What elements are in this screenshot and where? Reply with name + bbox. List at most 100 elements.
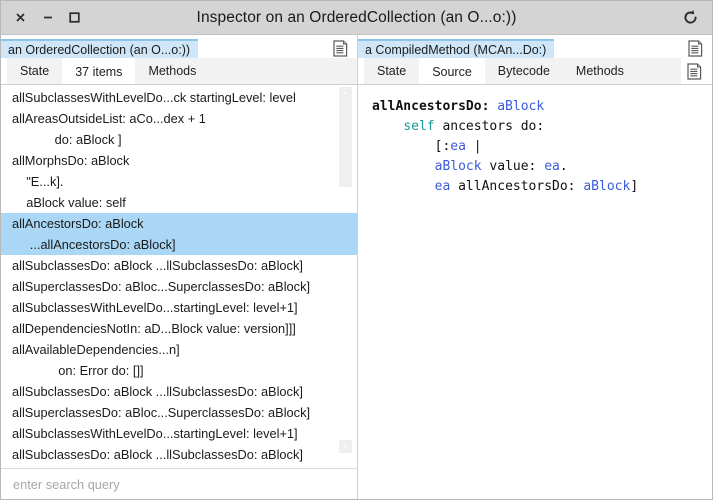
left-pane: an OrderedCollection (an O...o:)) State …: [1, 35, 357, 499]
source-token: |: [465, 139, 482, 154]
list-item-line: allSubclassesWithLevelDo...startingLevel…: [12, 300, 298, 315]
source-token: self: [403, 119, 435, 134]
source-token: ea: [450, 139, 466, 154]
right-pane: a CompiledMethod (MCAn...Do:) State Sour…: [357, 35, 712, 499]
list-scrollbar[interactable]: [339, 85, 352, 468]
left-header-spacer: [198, 39, 333, 58]
tab-methods-label: Methods: [575, 64, 624, 78]
list-item[interactable]: allSubclassesDo: aBlock ...llSubclassesD…: [1, 444, 357, 465]
list-item[interactable]: allSubclassesDo: aBlock ...llSubclassesD…: [1, 381, 357, 402]
source-code-container[interactable]: allAncestorsDo: aBlock self ancestors do…: [358, 85, 712, 499]
source-code-line: aBlock value: ea.: [372, 157, 712, 177]
source-token: ancestors do:: [434, 119, 545, 134]
right-object-tab[interactable]: a CompiledMethod (MCAn...Do:): [358, 39, 555, 58]
tab-items[interactable]: 37 items: [62, 58, 136, 84]
panes-container: an OrderedCollection (an O...o:)) State …: [1, 35, 712, 499]
items-list[interactable]: allSubclassesWithLevelDo...ck startingLe…: [1, 85, 357, 468]
list-item-line: allAncestorsDo: aBlock: [12, 216, 144, 231]
right-object-tab-label: a CompiledMethod (MCAn...Do:): [365, 42, 547, 57]
tab-source[interactable]: Source: [419, 58, 485, 84]
search-bar: [1, 468, 357, 499]
source-code-line: allAncestorsDo: aBlock: [372, 97, 712, 117]
source-token: aBlock: [434, 159, 482, 174]
source-token: .: [559, 159, 568, 174]
list-item-line: "E...k].: [12, 174, 64, 189]
list-item-line: allSubclassesWithLevelDo...startingLevel…: [12, 426, 298, 441]
list-item[interactable]: allAvailableDependencies...n] on: Error …: [1, 339, 357, 381]
right-header-spacer: [554, 39, 688, 58]
source-token: ]: [630, 179, 639, 194]
list-item[interactable]: allSubclassesDo: aBlock ...llSubclassesD…: [1, 255, 357, 276]
left-object-tab-label: an OrderedCollection (an O...o:)): [8, 42, 191, 57]
right-tabstrip: State Source Bytecode Methods: [358, 58, 712, 85]
list-item[interactable]: allMorphsDo: aBlock "E...k]. aBlock valu…: [1, 150, 357, 213]
tab-methods[interactable]: Methods: [135, 58, 210, 84]
minimize-icon[interactable]: [41, 11, 54, 24]
tab-state[interactable]: State: [364, 58, 420, 84]
document-icon[interactable]: [688, 39, 712, 58]
scrollbar-thumb-dot: [344, 92, 346, 94]
tab-source-label: Source: [432, 65, 472, 79]
maximize-icon[interactable]: [68, 11, 81, 24]
source-token: [372, 119, 403, 134]
list-item[interactable]: allDependenciesNotIn: aD...Block value: …: [1, 318, 357, 339]
list-item-line: aBlock value: self: [12, 195, 126, 210]
list-item-line: allAvailableDependencies...n]: [12, 342, 180, 357]
items-list-container: allSubclassesWithLevelDo...ck startingLe…: [1, 85, 357, 468]
source-token: [372, 179, 435, 194]
scrollbar-button-dot: [344, 445, 346, 447]
source-code: allAncestorsDo: aBlock self ancestors do…: [372, 97, 712, 197]
list-item-line: allSubclassesDo: aBlock ...llSubclassesD…: [12, 384, 303, 399]
left-pane-header: an OrderedCollection (an O...o:)): [1, 35, 357, 58]
tab-methods-label: Methods: [148, 64, 197, 78]
left-tabstrip-spacer: [209, 58, 357, 84]
title-bar: Inspector on an OrderedCollection (an O.…: [1, 1, 712, 35]
list-item-line: allSubclassesWithLevelDo...ck startingLe…: [12, 90, 296, 105]
tab-bytecode-label: Bytecode: [497, 64, 550, 78]
source-token: aBlock: [583, 179, 631, 194]
source-token: aBlock: [497, 99, 545, 114]
source-token: [372, 159, 435, 174]
list-item[interactable]: allSubclassesWithLevelDo...ck startingLe…: [1, 87, 357, 108]
list-item[interactable]: allAreasOutsideList: aCo...dex + 1 do: a…: [1, 108, 357, 150]
list-item-line: allSuperclassesDo: aBloc...SuperclassesD…: [12, 405, 311, 420]
source-token: [:: [372, 139, 451, 154]
list-item[interactable]: allAncestorsDo: aBlock ...allAncestorsDo…: [1, 213, 357, 255]
refresh-ccw-icon[interactable]: [682, 9, 712, 26]
scrollbar-thumb[interactable]: [339, 87, 352, 187]
source-token: value:: [481, 159, 545, 174]
right-pane-header: a CompiledMethod (MCAn...Do:): [358, 35, 712, 58]
tab-state-label: State: [20, 64, 50, 78]
list-item[interactable]: allSuperclassesDo: aBloc...SuperclassesD…: [1, 402, 357, 423]
source-token: allAncestorsDo:: [450, 179, 584, 194]
list-item-line: ...allAncestorsDo: aBlock]: [12, 237, 176, 252]
left-tabstrip: State 37 items Methods: [1, 58, 357, 85]
list-item-line: allDependenciesNotIn: aD...Block value: …: [12, 321, 296, 336]
window-controls: [1, 11, 81, 24]
list-item[interactable]: allSubclassesWithLevelDo...startingLevel…: [1, 297, 357, 318]
source-code-line: [:ea |: [372, 137, 712, 157]
left-object-tab[interactable]: an OrderedCollection (an O...o:)): [1, 39, 199, 58]
source-token: ea: [434, 179, 451, 194]
source-token: ea: [544, 159, 560, 174]
tab-methods[interactable]: Methods: [562, 58, 637, 84]
list-item-line: on: Error do: []]: [12, 363, 144, 378]
document-icon[interactable]: [681, 58, 712, 84]
tab-state-label: State: [377, 64, 407, 78]
document-icon[interactable]: [333, 39, 357, 58]
tab-state[interactable]: State: [7, 58, 63, 84]
source-code-line: self ancestors do:: [372, 117, 712, 137]
list-item[interactable]: allSubclassesWithLevelDo...startingLevel…: [1, 423, 357, 444]
list-item-line: do: aBlock ]: [12, 132, 122, 147]
scrollbar-down-button[interactable]: [339, 440, 352, 453]
list-item-line: allSubclassesDo: aBlock ...llSubclassesD…: [12, 258, 303, 273]
close-icon[interactable]: [14, 11, 27, 24]
list-item[interactable]: allSuperclassesDo: aBloc...SuperclassesD…: [1, 276, 357, 297]
search-input[interactable]: [13, 476, 323, 492]
list-item-line: allMorphsDo: aBlock: [12, 153, 130, 168]
list-item-line: allSubclassesDo: aBlock ...llSubclassesD…: [12, 447, 303, 462]
source-code-line: ea allAncestorsDo: aBlock]: [372, 177, 712, 197]
tab-items-label: 37 items: [75, 65, 123, 79]
list-item-line: allAreasOutsideList: aCo...dex + 1: [12, 111, 206, 126]
tab-bytecode[interactable]: Bytecode: [484, 58, 563, 84]
